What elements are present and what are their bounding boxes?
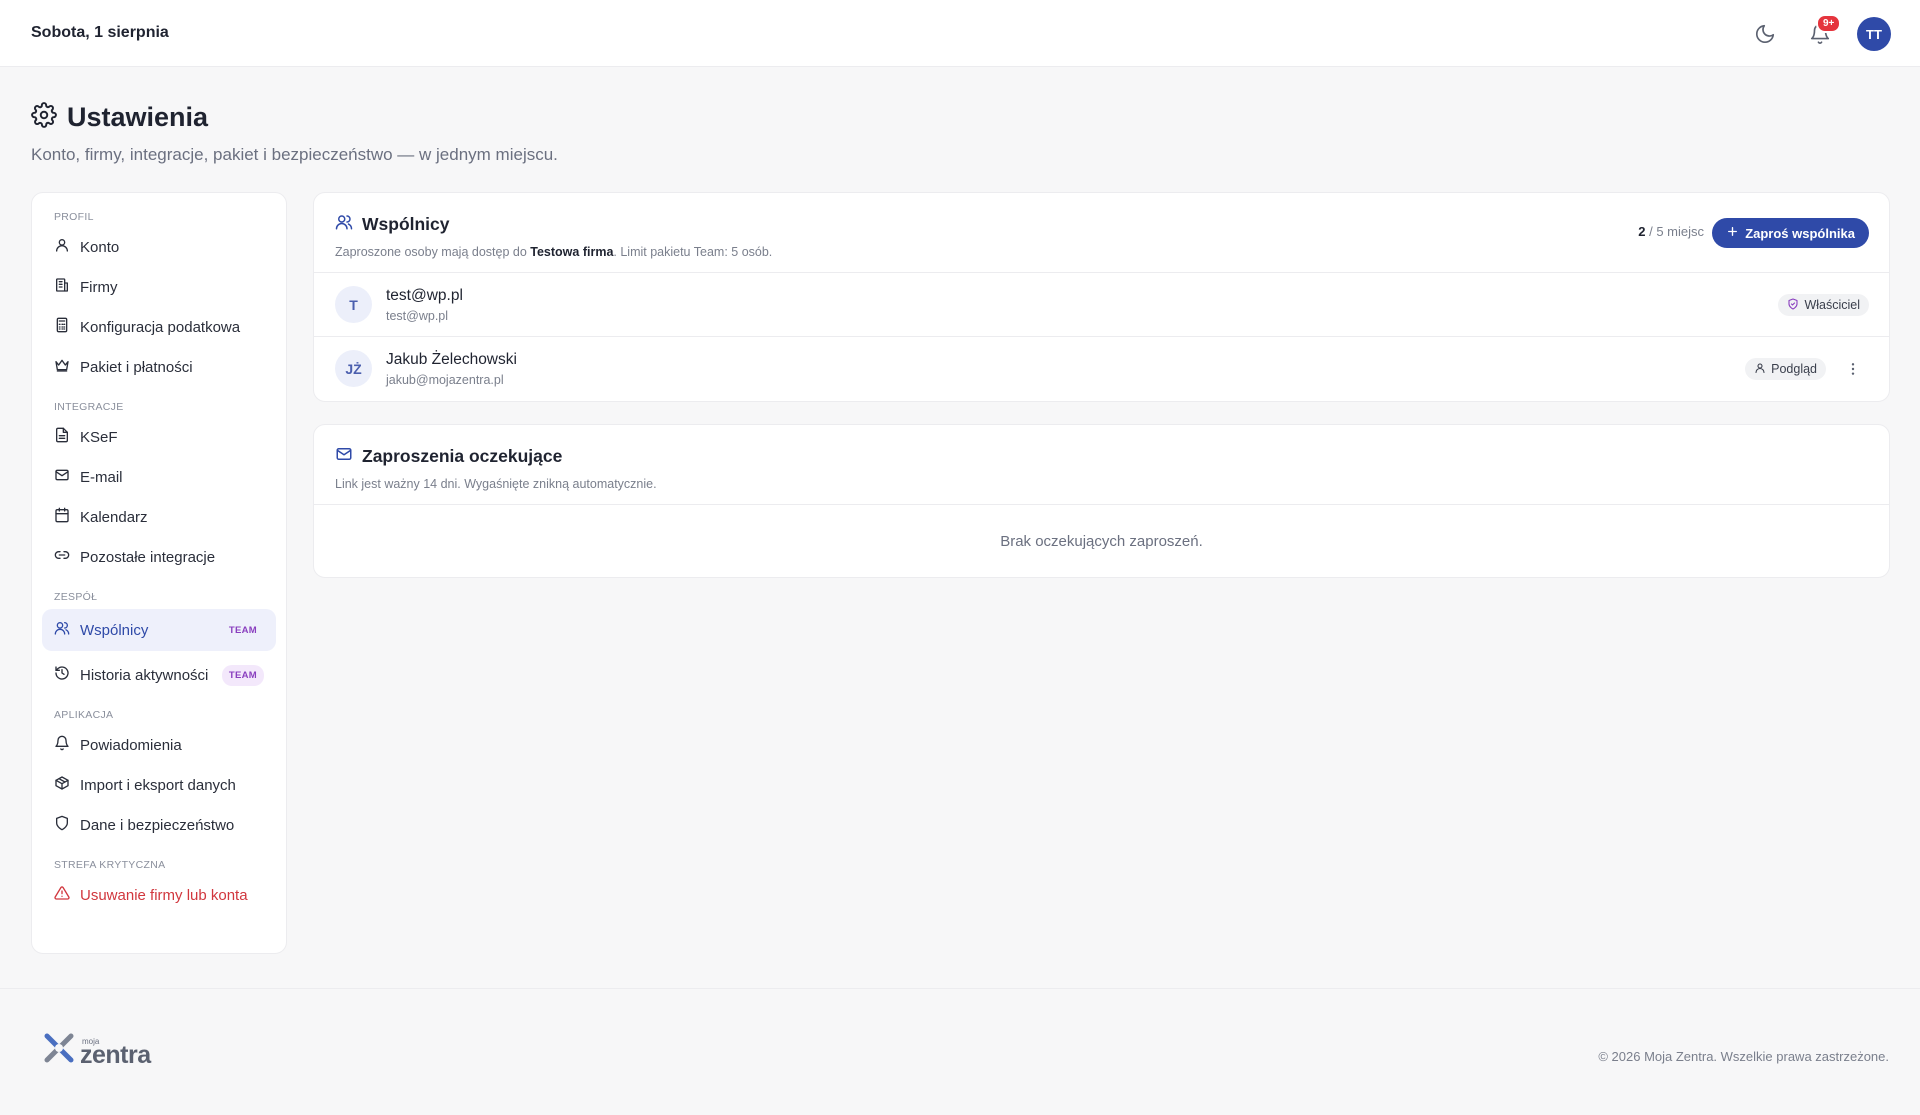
partners-title: Wspólnicy: [362, 214, 450, 234]
company-name: Testowa firma: [530, 245, 614, 259]
pending-card-header: Zaproszenia oczekujące Link jest ważny 1…: [314, 425, 1889, 505]
sidebar-item-label: Historia aktywności: [80, 666, 209, 684]
partners-card-header: Wspólnicy Zaproszone osoby mają dostęp d…: [314, 193, 1889, 273]
moon-icon[interactable]: [1751, 20, 1779, 48]
sidebar-item-powiadomienia[interactable]: Powiadomienia: [42, 725, 276, 765]
member-row: JŻ Jakub Żelechowski jakub@mojazentra.pl…: [314, 337, 1889, 401]
sidebar-item-label: Konfiguracja podatkowa: [80, 318, 241, 336]
warning-icon: [54, 885, 70, 905]
sidebar-item-ksef[interactable]: KSeF: [42, 417, 276, 457]
sidebar-item-label: Pakiet i płatności: [80, 358, 193, 376]
plus-icon: [1726, 225, 1739, 241]
member-row: T test@wp.pl test@wp.pl Właściciel: [314, 273, 1889, 337]
member-avatar: T: [335, 286, 372, 323]
page-title: Ustawienia: [67, 102, 209, 132]
link-icon: [54, 547, 70, 567]
role-badge-owner: Właściciel: [1778, 294, 1869, 316]
building-icon: [54, 277, 70, 297]
section-label-zespol: ZESPÓŁ: [54, 591, 98, 603]
sidebar-item-label: Powiadomienia: [80, 736, 182, 754]
sidebar-item-pakiet[interactable]: Pakiet i płatności: [42, 347, 276, 387]
member-name: Jakub Żelechowski: [386, 351, 517, 368]
settings-sidebar: PROFIL Konto Firmy Konfiguracja podatkow…: [31, 192, 287, 954]
sidebar-item-wspolnicy[interactable]: Wspólnicy TEAM: [42, 609, 276, 651]
top-bar: Sobota, 1 sierpnia 9+ TT: [0, 0, 1920, 67]
sidebar-item-import-eksport[interactable]: Import i eksport danych: [42, 765, 276, 805]
invite-partner-button[interactable]: Zaproś wspólnika: [1712, 218, 1869, 248]
shield-check-icon: [1787, 297, 1799, 313]
more-options-icon[interactable]: [1843, 359, 1863, 379]
sidebar-item-label: E-mail: [80, 468, 123, 486]
section-label-strefa-krytyczna: STREFA KRYTYCZNA: [54, 859, 166, 871]
logo-small-text: moja: [82, 1037, 100, 1046]
footer: moja zentra © 2026 Moja Zentra. Wszelkie…: [0, 988, 1920, 1115]
member-email: jakub@mojazentra.pl: [386, 373, 504, 387]
user-avatar[interactable]: TT: [1857, 17, 1891, 51]
sidebar-item-label: Pozostałe integracje: [80, 548, 216, 566]
crown-icon: [54, 357, 70, 377]
sidebar-item-label: Import i eksport danych: [80, 776, 236, 794]
team-badge: TEAM: [228, 624, 257, 636]
users-icon: [54, 620, 70, 640]
partners-card: Wspólnicy Zaproszone osoby mają dostęp d…: [313, 192, 1890, 402]
sidebar-item-label: Wspólnicy: [80, 621, 149, 639]
sidebar-item-usuwanie[interactable]: Usuwanie firmy lub konta: [42, 875, 276, 915]
page-header: Ustawienia Konto, firmy, integracje, pak…: [31, 102, 558, 165]
history-icon: [54, 665, 70, 685]
member-name: test@wp.pl: [386, 287, 463, 304]
section-label-integracje: INTEGRACJE: [54, 401, 124, 413]
sidebar-item-pozostale-integracje[interactable]: Pozostałe integracje: [42, 537, 276, 577]
team-badge: TEAM: [221, 664, 264, 686]
sidebar-item-dane-bezpieczenstwo[interactable]: Dane i bezpieczeństwo: [42, 805, 276, 845]
sidebar-item-label: Dane i bezpieczeństwo: [80, 816, 235, 834]
sidebar-item-konfiguracja-podatkowa[interactable]: Konfiguracja podatkowa: [42, 307, 276, 347]
sidebar-item-email[interactable]: E-mail: [42, 457, 276, 497]
users-icon: [335, 213, 353, 236]
calendar-icon: [54, 507, 70, 527]
mail-icon: [54, 467, 70, 487]
section-label-aplikacja: APLIKACJA: [54, 709, 114, 721]
gear-icon: [31, 102, 57, 133]
package-icon: [54, 775, 70, 795]
role-badge-viewer: Podgląd: [1745, 358, 1826, 380]
sidebar-item-historia-aktywnosci[interactable]: Historia aktywności TEAM: [42, 655, 276, 695]
notification-count-badge: 9+: [1816, 14, 1842, 33]
sidebar-item-kalendarz[interactable]: Kalendarz: [42, 497, 276, 537]
partners-description: Zaproszone osoby mają dostęp do Testowa …: [335, 245, 773, 259]
logo: moja zentra: [42, 1031, 151, 1070]
sidebar-item-label: KSeF: [80, 428, 118, 446]
section-label-profil: PROFIL: [54, 211, 94, 223]
sidebar-item-label: Konto: [80, 238, 120, 256]
pending-invitations-card: Zaproszenia oczekujące Link jest ważny 1…: [313, 424, 1890, 578]
page-subtitle: Konto, firmy, integracje, pakiet i bezpi…: [31, 145, 558, 164]
sidebar-item-label: Firmy: [80, 278, 118, 296]
zentra-logo-icon: [42, 1031, 76, 1070]
sidebar-item-konto[interactable]: Konto: [42, 227, 276, 267]
member-avatar: JŻ: [335, 350, 372, 387]
current-date: Sobota, 1 sierpnia: [31, 24, 169, 41]
member-email: test@wp.pl: [386, 309, 449, 323]
bell-icon: [54, 735, 70, 755]
sidebar-item-firmy[interactable]: Firmy: [42, 267, 276, 307]
pending-description: Link jest ważny 14 dni. Wygaśnięte znikn…: [335, 477, 657, 491]
user-icon: [54, 237, 70, 257]
calculator-icon: [54, 317, 70, 337]
sidebar-item-label: Kalendarz: [80, 508, 148, 526]
shield-icon: [54, 815, 70, 835]
mail-icon: [335, 445, 353, 468]
empty-state: Brak oczekujących zaproszeń.: [1000, 533, 1203, 550]
document-icon: [54, 427, 70, 447]
copyright: © 2026 Moja Zentra. Wszelkie prawa zastr…: [1598, 1049, 1889, 1064]
pending-title: Zaproszenia oczekujące: [362, 446, 563, 466]
seats-counter: 2 / 5 miejsc: [1638, 224, 1704, 239]
user-icon: [1754, 362, 1766, 377]
sidebar-item-label: Usuwanie firmy lub konta: [80, 886, 248, 904]
